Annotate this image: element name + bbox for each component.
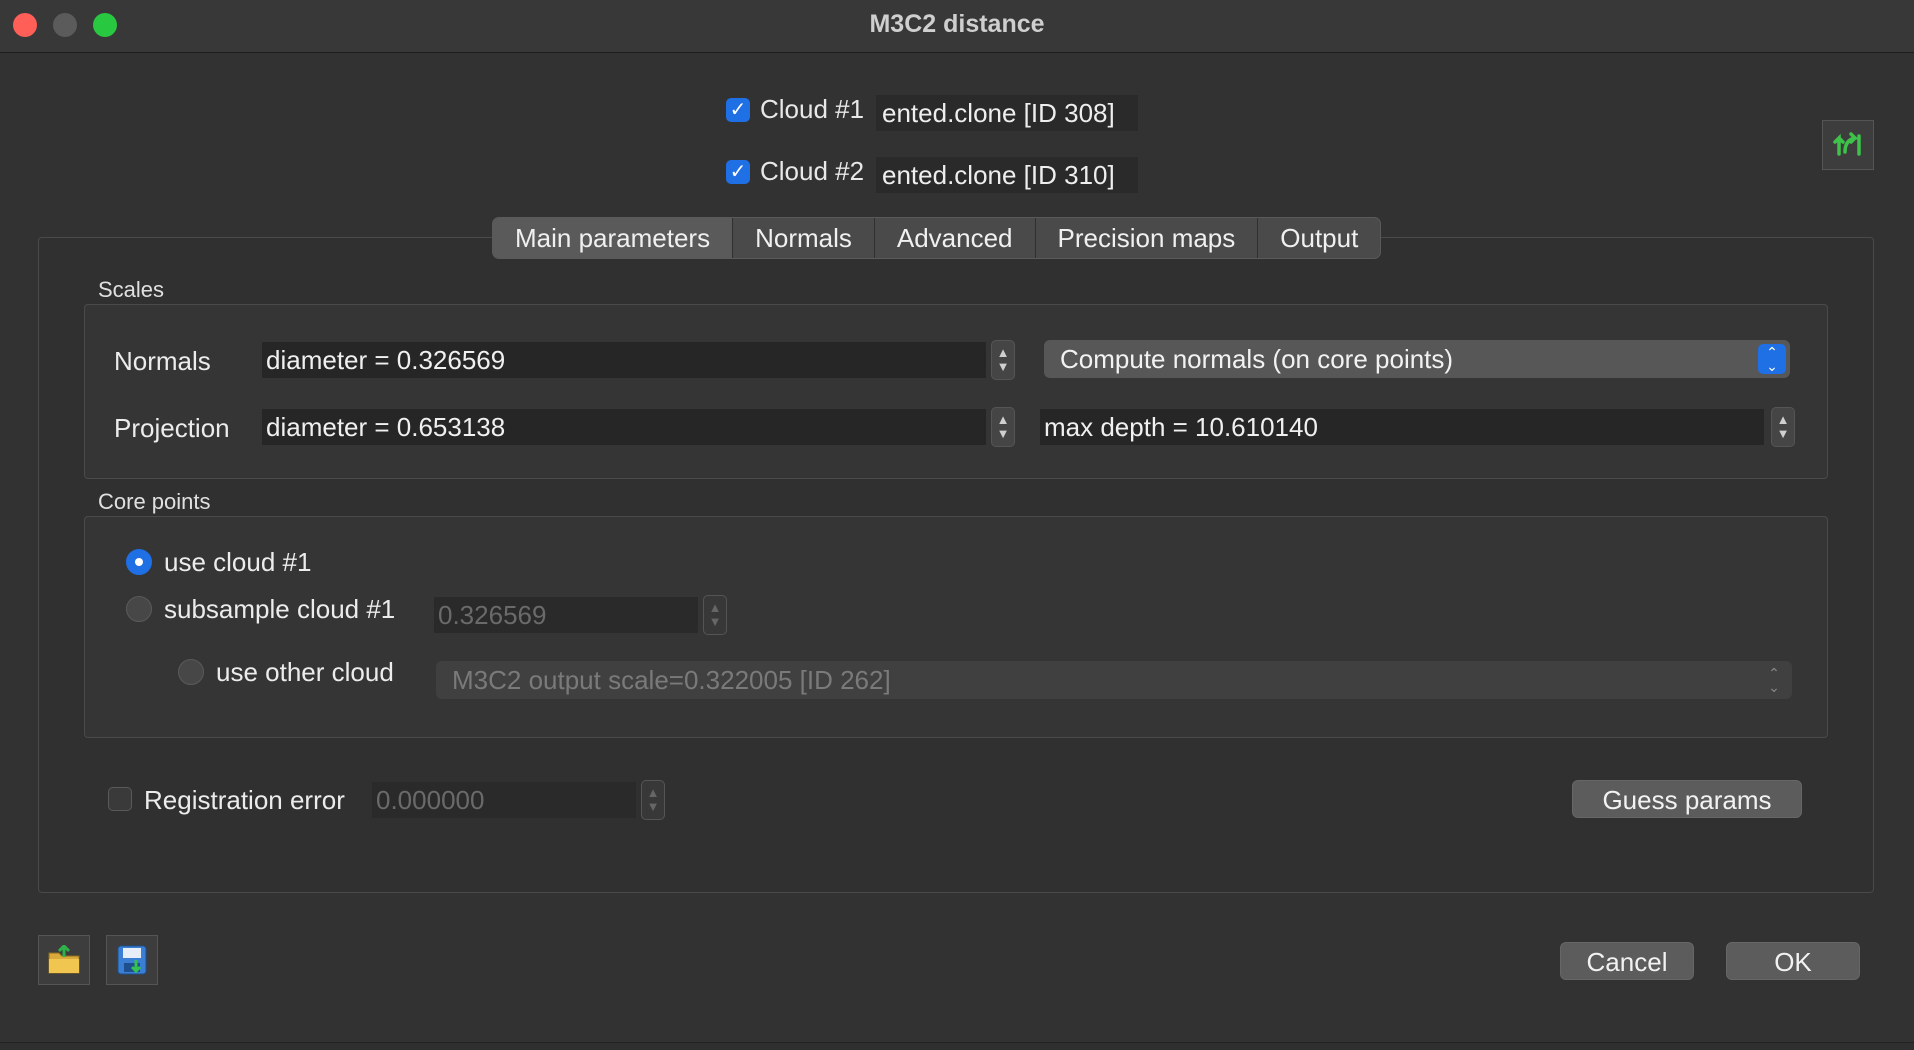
normals-diameter-field[interactable]: diameter = 0.326569 <box>262 342 986 378</box>
ok-button[interactable]: OK <box>1726 942 1860 980</box>
normals-mode-select[interactable]: Compute normals (on core points) ⌃ ⌄ <box>1044 340 1790 378</box>
load-params-icon <box>48 945 80 974</box>
projection-label: Projection <box>114 413 230 443</box>
cloud2-checkbox[interactable]: ✓ <box>726 159 750 184</box>
save-params-icon <box>117 945 147 975</box>
normals-label: Normals <box>114 346 211 376</box>
projection-diameter-spinner[interactable]: ▲ ▼ <box>991 407 1015 447</box>
select-arrows-icon: ⌃ ⌄ <box>1758 344 1786 374</box>
scales-group-title: Scales <box>98 277 165 302</box>
spin-up-icon: ▲ <box>1776 412 1790 427</box>
tab-advanced[interactable]: Advanced <box>875 218 1036 258</box>
select-arrows-icon: ⌃ ⌄ <box>1768 665 1780 695</box>
m3c2-dialog: M3C2 distance ✓ Cloud #1 ented.clone [ID… <box>0 0 1914 1043</box>
core-points-group-title: Core points <box>98 489 211 514</box>
max-depth-spinner[interactable]: ▲ ▼ <box>1771 407 1795 447</box>
title-bar: M3C2 distance <box>0 0 1914 53</box>
spin-down-icon: ▼ <box>996 426 1010 441</box>
tab-precision-maps[interactable]: Precision maps <box>1036 218 1259 258</box>
registration-error-checkbox[interactable] <box>108 787 132 811</box>
registration-error-field[interactable]: 0.000000 <box>372 782 636 818</box>
swap-clouds-icon <box>1833 132 1861 156</box>
spin-down-icon: ▼ <box>1776 426 1790 441</box>
cancel-button[interactable]: Cancel <box>1560 942 1694 980</box>
tab-bar: Main parameters Normals Advanced Precisi… <box>492 217 1382 259</box>
spin-up-icon: ▲ <box>708 600 722 615</box>
cloud1-name-field[interactable]: ented.clone [ID 308] <box>876 95 1138 131</box>
use-other-cloud-radio[interactable] <box>178 659 204 685</box>
cloud2-row: ✓ Cloud #2 <box>726 156 864 187</box>
core-points-group <box>84 516 1828 738</box>
other-cloud-select[interactable]: M3C2 output scale=0.322005 [ID 262] ⌃ ⌄ <box>436 661 1792 699</box>
use-cloud1-radio[interactable] <box>126 549 152 575</box>
subsample-label: subsample cloud #1 <box>164 594 396 624</box>
normals-mode-value: Compute normals (on core points) <box>1060 344 1454 374</box>
subsample-value-field[interactable]: 0.326569 <box>434 597 698 633</box>
save-params-button[interactable] <box>106 935 158 985</box>
cloud1-checkbox[interactable]: ✓ <box>726 97 750 122</box>
spin-up-icon: ▲ <box>996 345 1010 360</box>
guess-params-button[interactable]: Guess params <box>1572 780 1802 818</box>
spin-down-icon: ▼ <box>646 799 660 814</box>
load-params-button[interactable] <box>38 935 90 985</box>
spin-up-icon: ▲ <box>996 412 1010 427</box>
swap-clouds-button[interactable] <box>1822 120 1874 170</box>
projection-diameter-field[interactable]: diameter = 0.653138 <box>262 409 986 445</box>
cloud1-label: Cloud #1 <box>760 94 865 124</box>
spin-up-icon: ▲ <box>646 785 660 800</box>
subsample-radio[interactable] <box>126 596 152 622</box>
max-depth-field[interactable]: max depth = 10.610140 <box>1040 409 1764 445</box>
cloud2-name-field[interactable]: ented.clone [ID 310] <box>876 157 1138 193</box>
cloud2-label: Cloud #2 <box>760 156 865 186</box>
use-cloud1-label: use cloud #1 <box>164 547 312 577</box>
tab-output[interactable]: Output <box>1258 218 1380 258</box>
subsample-spinner[interactable]: ▲ ▼ <box>703 595 727 635</box>
scales-group <box>84 304 1828 479</box>
cloud1-row: ✓ Cloud #1 <box>726 94 864 125</box>
spin-down-icon: ▼ <box>996 359 1010 374</box>
spin-down-icon: ▼ <box>708 614 722 629</box>
normals-diameter-spinner[interactable]: ▲ ▼ <box>991 340 1015 380</box>
registration-error-spinner[interactable]: ▲ ▼ <box>641 780 665 820</box>
use-other-cloud-label: use other cloud <box>216 657 394 687</box>
tab-main-parameters[interactable]: Main parameters <box>493 218 734 258</box>
registration-error-label: Registration error <box>144 785 345 815</box>
tab-normals[interactable]: Normals <box>733 218 875 258</box>
other-cloud-value: M3C2 output scale=0.322005 [ID 262] <box>452 665 891 695</box>
window-title: M3C2 distance <box>869 10 1045 38</box>
